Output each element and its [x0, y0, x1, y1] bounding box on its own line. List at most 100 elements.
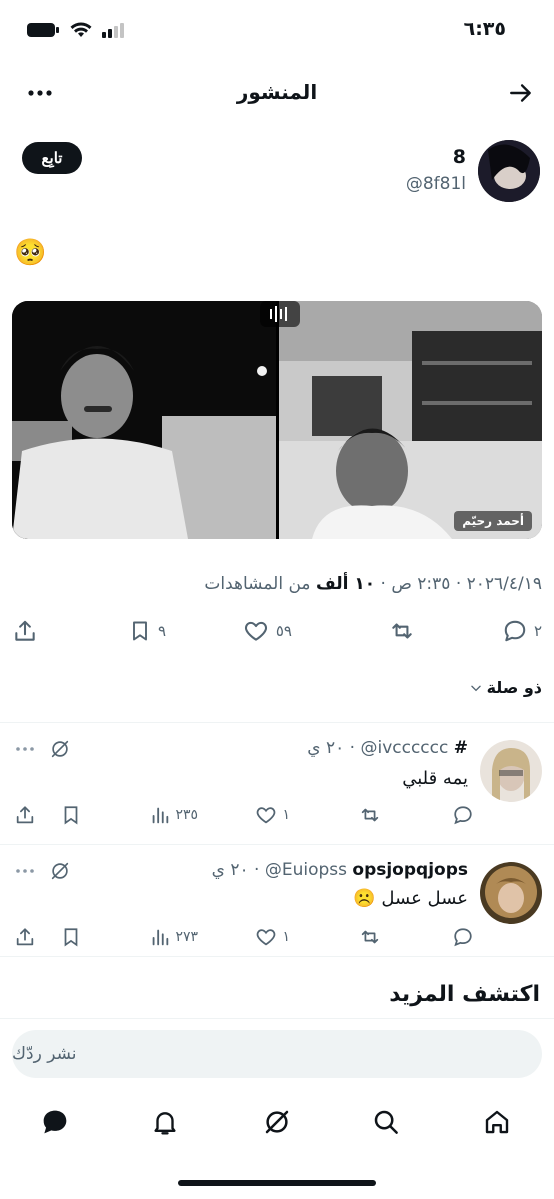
like-button[interactable]: ٥٩: [242, 618, 292, 644]
reply-share-button[interactable]: [14, 804, 36, 826]
repost-icon: [361, 808, 379, 822]
reply-button[interactable]: ٢: [502, 618, 542, 644]
share-icon: [16, 928, 34, 946]
reply-reply-button[interactable]: [452, 804, 474, 826]
views-icon: [153, 929, 169, 946]
reply-header: ٢٠ ي · @ivcccccc #: [307, 738, 468, 758]
page-title: المنشور: [236, 80, 318, 104]
reply-input[interactable]: نشر ردّك: [12, 1030, 542, 1078]
arrow-right-icon: [510, 84, 531, 102]
bookmark-icon: [64, 806, 78, 825]
heart-icon: [244, 621, 267, 641]
chevron-down-icon: [470, 685, 481, 691]
reply-views[interactable]: ٢٣٥: [149, 804, 198, 826]
divider: [0, 956, 554, 957]
post-time: ٢:٣٥ ص: [391, 574, 451, 594]
bottom-tab-bar: [0, 1102, 554, 1142]
status-icons: [26, 22, 126, 38]
divider: [0, 844, 554, 845]
share-button[interactable]: [12, 618, 38, 644]
heart-icon: [257, 807, 276, 824]
views-label: من المشاهدات: [204, 574, 311, 594]
repost-button[interactable]: [388, 618, 416, 644]
reply-icon: [454, 806, 472, 825]
reply-repost-button[interactable]: [358, 804, 382, 826]
wifi-icon: [70, 22, 92, 37]
home-indicator: [178, 1180, 376, 1186]
grok-button[interactable]: [48, 738, 72, 760]
repost-icon: [392, 623, 412, 639]
reply-actions: ١ ٢٧٣: [14, 926, 474, 952]
bell-icon: [154, 1112, 176, 1135]
author-avatar[interactable]: [478, 140, 540, 202]
back-button[interactable]: [508, 80, 534, 106]
search-icon: [374, 1110, 398, 1134]
reply-name[interactable]: #: [454, 738, 468, 758]
reply-avatar[interactable]: [480, 862, 542, 924]
reply-like-count: ١: [282, 929, 290, 945]
reply-view-count: ٢٧٣: [175, 929, 198, 945]
related-dropdown[interactable]: ذو صلة: [469, 678, 542, 697]
tab-home[interactable]: [477, 1102, 517, 1142]
grok-icon: [51, 862, 69, 880]
share-icon: [16, 806, 34, 824]
video-name-tag: أحمد رحيّم: [454, 511, 532, 531]
reply-icon: [454, 928, 472, 947]
reply-actions: ١ ٢٣٥: [14, 804, 474, 830]
reply-time: ٢٠ ي: [307, 738, 345, 758]
battery-icon: [27, 23, 59, 37]
post-text: 🥺: [14, 238, 47, 268]
tab-notifications[interactable]: [145, 1102, 185, 1142]
reply-text: يمه قلبي: [402, 768, 468, 789]
grok-icon: [51, 740, 69, 758]
tab-grok[interactable]: [257, 1102, 297, 1142]
tab-search[interactable]: [366, 1102, 406, 1142]
bookmark-button[interactable]: ٩: [128, 618, 166, 644]
reply-views[interactable]: ٢٧٣: [149, 926, 198, 948]
reply-header: ٢٠ ي · @Euiopss opsjopqjops: [211, 860, 468, 880]
author-handle[interactable]: @8f81l: [406, 174, 466, 194]
reply-count: ٢: [533, 622, 542, 640]
more-icon: [28, 90, 52, 96]
reply-view-count: ٢٣٥: [175, 807, 198, 823]
post-actions: ٢ ٥٩ ٩: [12, 618, 542, 650]
more-options-button[interactable]: [26, 80, 54, 106]
status-time: ٦:٣٥: [463, 18, 506, 40]
discover-title: اكتشف المزيد: [389, 982, 540, 1007]
reply-more-button[interactable]: [14, 860, 36, 882]
bookmark-count: ٩: [157, 622, 166, 640]
reply-text: عسل عسل ☹️: [352, 888, 468, 909]
reply-like-button[interactable]: ١: [254, 804, 290, 826]
more-icon: [16, 747, 34, 751]
post-video[interactable]: أحمد رحيّم: [12, 301, 542, 539]
share-icon: [15, 620, 35, 641]
views-count: ١٠ ألف: [315, 574, 376, 594]
like-count: ٥٩: [275, 622, 292, 640]
reply-handle[interactable]: @Euiopss: [265, 860, 347, 880]
post-date: ٢٠٢٦/٤/١٩: [466, 574, 542, 594]
related-label: ذو صلة: [486, 678, 542, 697]
reply-reply-button[interactable]: [452, 926, 474, 948]
more-icon: [16, 869, 34, 873]
reply-share-button[interactable]: [14, 926, 36, 948]
reply-like-count: ١: [282, 807, 290, 823]
reply-bookmark-button[interactable]: [60, 804, 82, 826]
tab-messages[interactable]: [35, 1102, 75, 1142]
reply-repost-button[interactable]: [358, 926, 382, 948]
bookmark-icon: [132, 621, 147, 641]
bookmark-icon: [64, 928, 78, 947]
divider: [0, 1018, 554, 1019]
repost-icon: [361, 930, 379, 944]
reply-handle[interactable]: @ivcccccc: [360, 738, 448, 758]
reply-time: ٢٠ ي: [211, 860, 249, 880]
reply-icon: [504, 620, 526, 642]
reply-name[interactable]: opsjopqjops: [352, 860, 468, 880]
reply-like-button[interactable]: ١: [254, 926, 290, 948]
reply-more-button[interactable]: [14, 738, 36, 760]
reply-placeholder: نشر ردّك: [12, 1044, 77, 1064]
reply-avatar[interactable]: [480, 740, 542, 802]
follow-button[interactable]: تابِع: [22, 142, 82, 174]
author-name[interactable]: 8: [453, 146, 466, 168]
reply-bookmark-button[interactable]: [60, 926, 82, 948]
grok-button[interactable]: [48, 860, 72, 882]
